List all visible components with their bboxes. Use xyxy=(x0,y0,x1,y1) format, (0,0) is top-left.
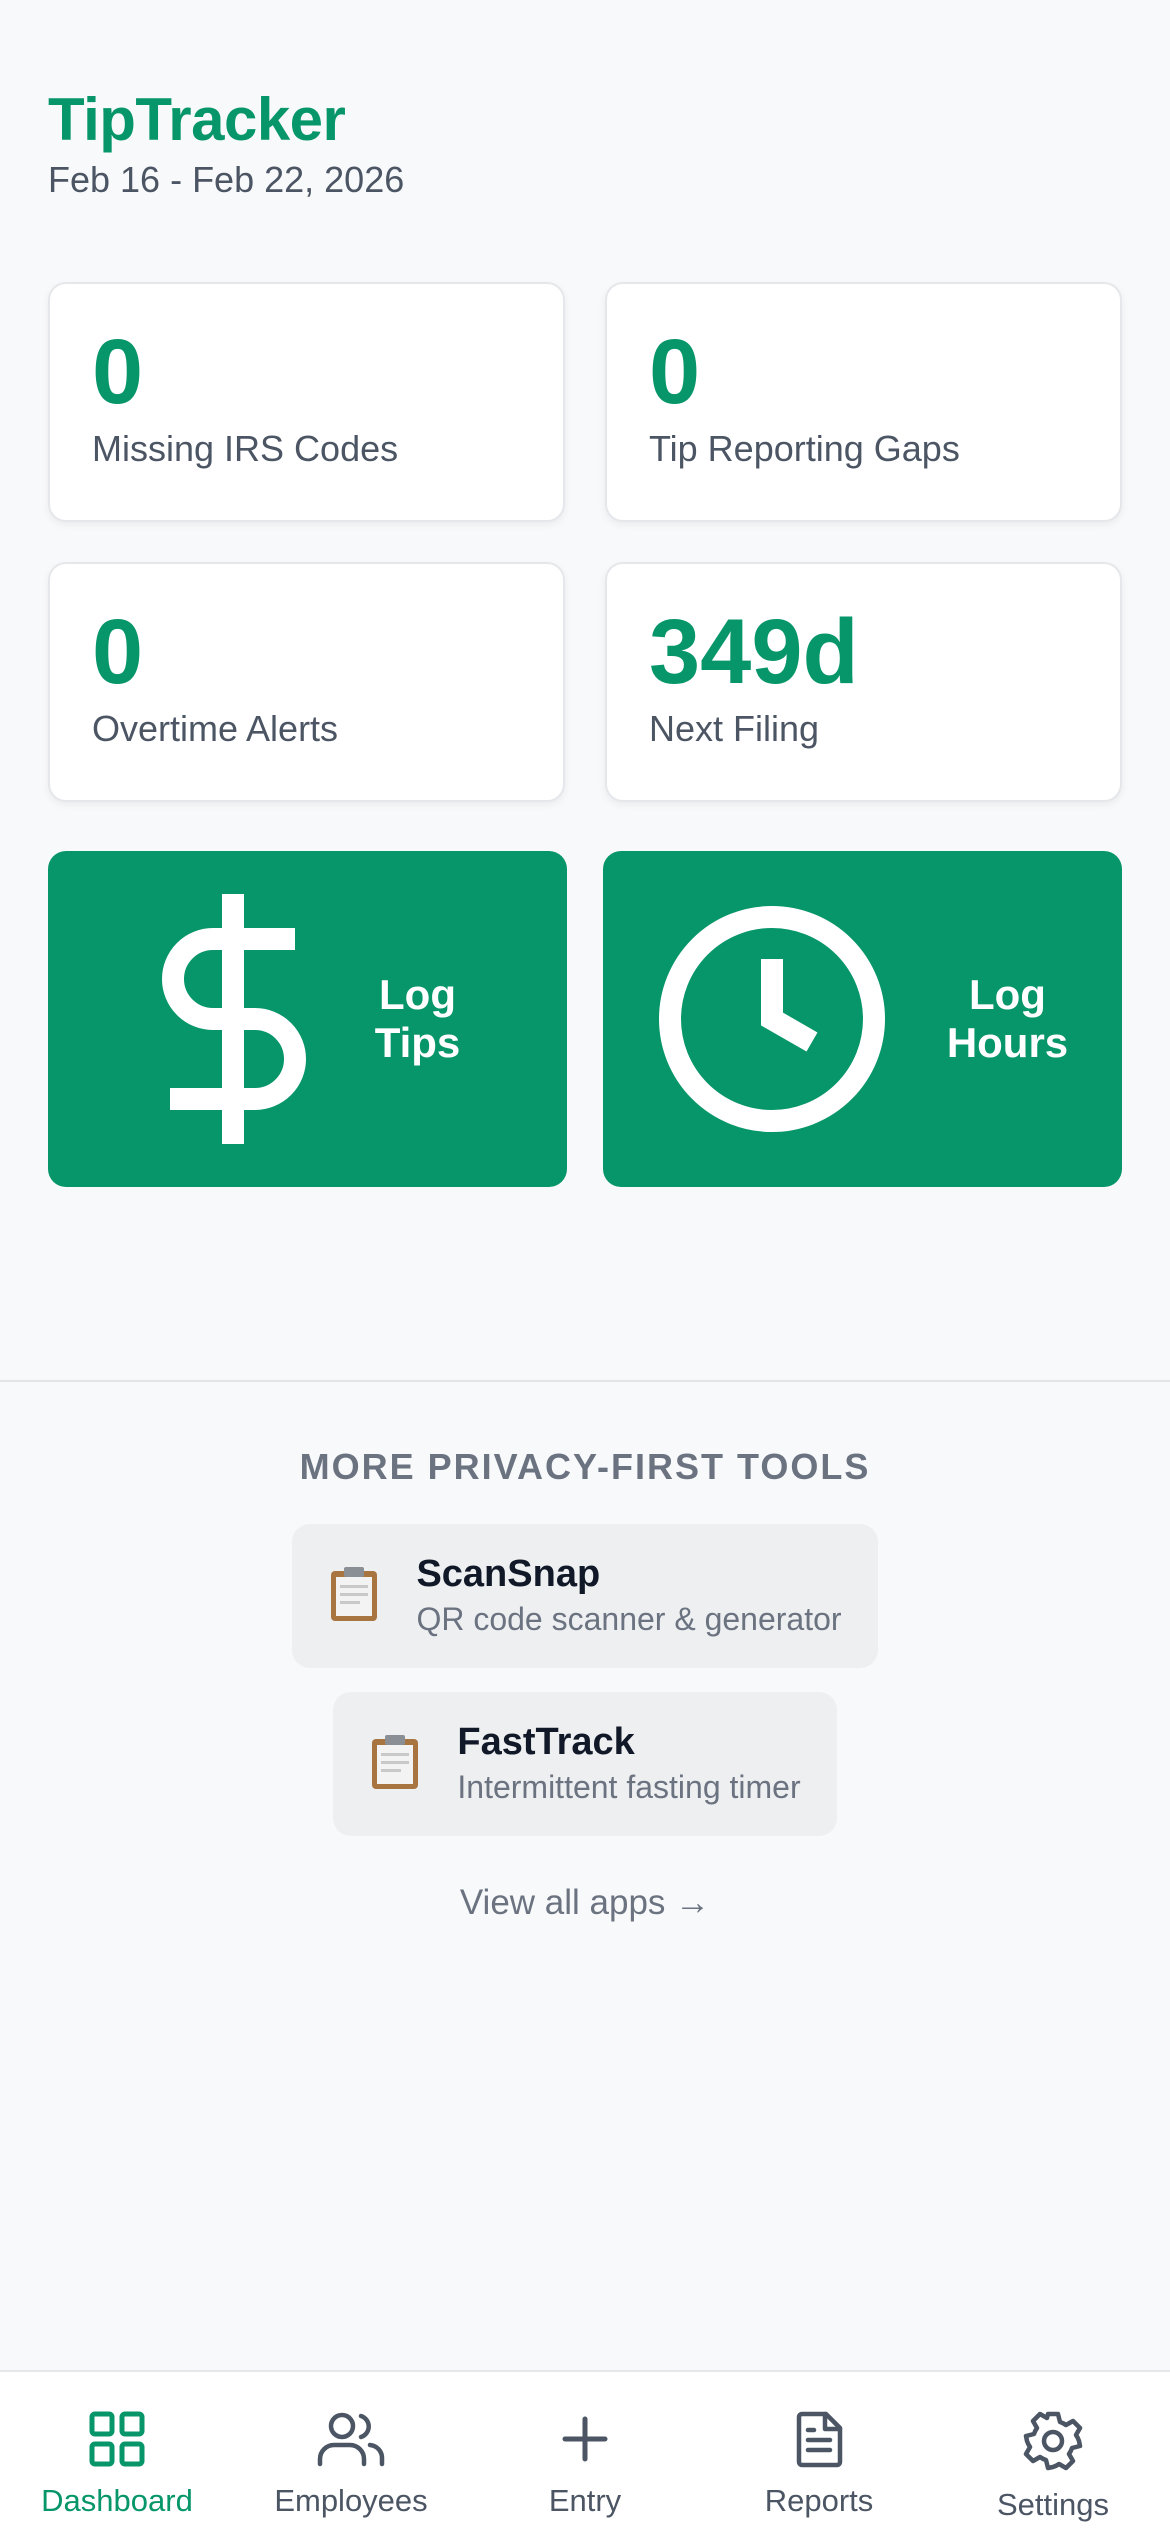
date-range: Feb 16 - Feb 22, 2026 xyxy=(48,159,405,200)
stat-card-tip-reporting-gaps: 0 Tip Reporting Gaps xyxy=(605,282,1122,522)
log-hours-label: Log Hours xyxy=(946,971,1069,1066)
tool-description: Intermittent fasting timer xyxy=(457,1769,801,1805)
stat-label: Overtime Alerts xyxy=(92,708,339,749)
section-divider xyxy=(0,1380,1170,1382)
tab-label: Employees xyxy=(274,2483,428,2518)
stat-value: 0 xyxy=(649,321,701,423)
stat-label: Tip Reporting Gaps xyxy=(649,428,960,469)
view-all-apps-link[interactable]: View all apps → xyxy=(460,1878,710,1928)
document-icon xyxy=(790,2410,848,2473)
tab-employees[interactable]: Employees xyxy=(234,2372,468,2532)
tab-settings[interactable]: Settings xyxy=(936,2372,1170,2532)
log-tips-button[interactable]: Log Tips xyxy=(48,851,567,1187)
gear-icon xyxy=(1022,2410,1084,2477)
app-title: TipTracker xyxy=(48,86,346,153)
clipboard-icon xyxy=(328,1565,380,1628)
stat-card-next-filing: 349d Next Filing xyxy=(605,562,1122,802)
more-tools-section: MORE PRIVACY-FIRST TOOLS ScanSnap QR cod… xyxy=(0,1440,1170,1928)
stats-grid: 0 Missing IRS Codes 0 Tip Reporting Gaps… xyxy=(48,282,1122,802)
tab-label: Entry xyxy=(548,2483,622,2518)
stat-card-missing-irs-codes: 0 Missing IRS Codes xyxy=(48,282,565,522)
tab-label: Reports xyxy=(764,2483,874,2518)
tab-reports[interactable]: Reports xyxy=(702,2372,936,2532)
dollar-icon xyxy=(155,894,315,1144)
tools-heading: MORE PRIVACY-FIRST TOOLS xyxy=(299,1446,871,1487)
stat-value: 349d xyxy=(649,601,859,703)
stat-value: 0 xyxy=(92,321,144,423)
tab-label: Settings xyxy=(996,2487,1109,2522)
stat-label: Missing IRS Codes xyxy=(92,428,399,469)
stat-value: 0 xyxy=(92,601,144,703)
tool-card-scansnap[interactable]: ScanSnap QR code scanner & generator xyxy=(292,1524,878,1668)
tab-dashboard[interactable]: Dashboard xyxy=(0,2372,234,2532)
stat-label: Next Filing xyxy=(649,708,820,749)
log-tips-label: Log Tips xyxy=(374,971,461,1066)
tool-card-fasttrack[interactable]: FastTrack Intermittent fasting timer xyxy=(333,1692,837,1836)
grid-icon xyxy=(88,2410,146,2473)
tab-label: Dashboard xyxy=(41,2483,193,2518)
tab-entry[interactable]: Entry xyxy=(468,2372,702,2532)
plus-icon xyxy=(556,2410,614,2473)
stat-card-overtime-alerts: 0 Overtime Alerts xyxy=(48,562,565,802)
clock-icon xyxy=(657,904,887,1134)
tool-name: ScanSnap xyxy=(416,1553,601,1595)
header: TipTracker Feb 16 - Feb 22, 2026 xyxy=(48,82,404,202)
tool-description: QR code scanner & generator xyxy=(416,1601,842,1637)
tab-bar: Dashboard Employees Entry Reports Settin… xyxy=(0,2370,1170,2532)
log-hours-button[interactable]: Log Hours xyxy=(603,851,1122,1187)
users-icon xyxy=(316,2410,386,2473)
tool-name: FastTrack xyxy=(457,1721,635,1763)
quick-actions: Log Tips Log Hours xyxy=(48,851,1122,1187)
clipboard-icon xyxy=(369,1733,421,1796)
